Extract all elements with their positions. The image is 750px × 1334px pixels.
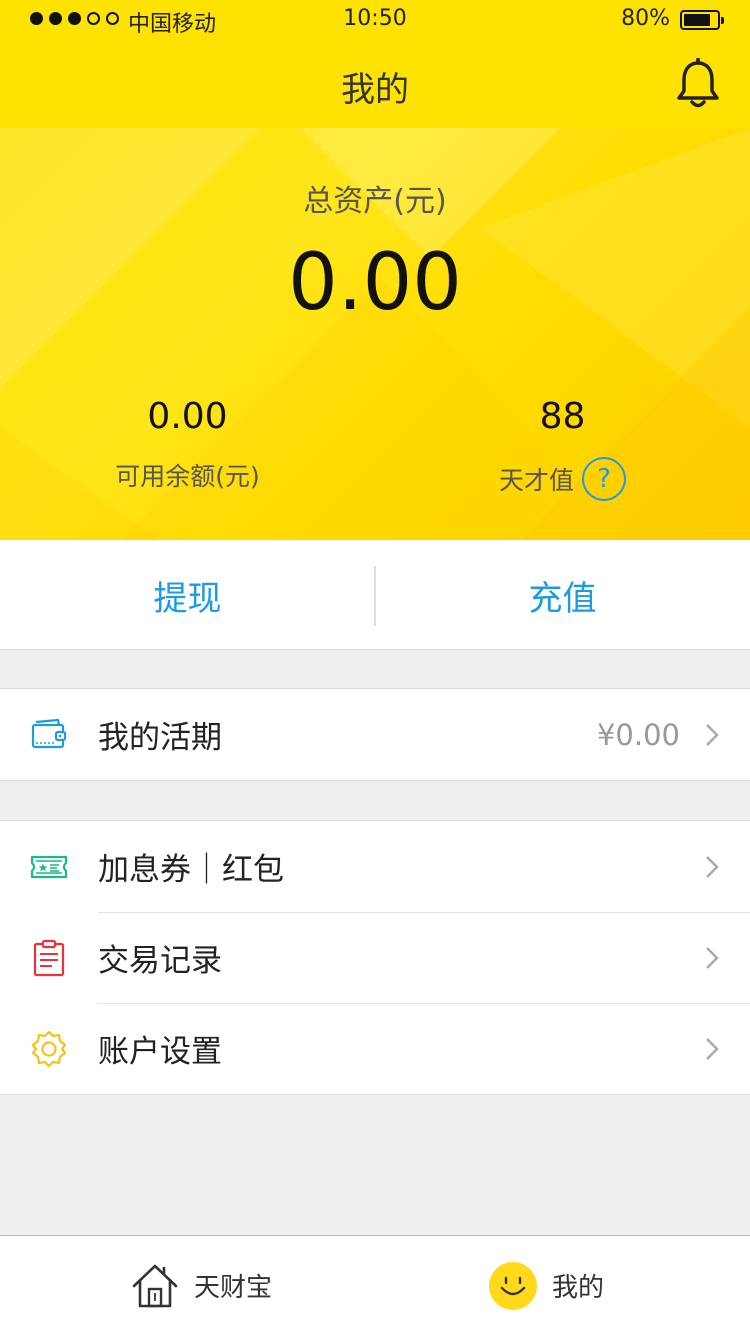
tab-mine-label: 我的: [552, 1273, 605, 1303]
tab-home-label: 天财宝: [194, 1273, 273, 1303]
coupons-row[interactable]: 加息券｜红包: [0, 821, 750, 912]
tab-home[interactable]: 天财宝: [130, 1236, 272, 1334]
tab-bar: 天财宝 我的: [0, 1235, 750, 1334]
assets-summary-panel: 总资产(元) 0.00 0.00 可用余额(元) 88 天才值 ?: [0, 128, 750, 540]
clipboard-icon: [33, 939, 65, 977]
chevron-right-icon: [706, 947, 719, 969]
coupon-icon: [30, 855, 68, 879]
coupons-label: 加息券｜红包: [98, 852, 284, 888]
total-assets-value: 0.00: [288, 238, 462, 328]
available-balance-value: 0.00: [147, 396, 228, 437]
talent-score-value: 88: [539, 396, 586, 437]
account-settings-label: 账户设置: [98, 1034, 222, 1070]
action-bar: 提现 充值: [0, 540, 750, 650]
help-icon[interactable]: ?: [582, 457, 626, 501]
tab-mine[interactable]: 我的: [488, 1236, 604, 1334]
withdraw-button[interactable]: 提现: [0, 540, 375, 650]
account-settings-row[interactable]: 账户设置: [0, 1003, 750, 1094]
gear-icon: [31, 1030, 67, 1068]
smiley-icon: [489, 1261, 537, 1310]
available-balance-label: 可用余额(元): [115, 462, 260, 491]
chevron-right-icon: [706, 724, 719, 746]
battery-icon: [680, 10, 724, 30]
wallet-icon: [31, 718, 67, 749]
page-title: 我的: [341, 70, 409, 110]
status-bar: 中国移动 10:50 80%: [0, 0, 750, 40]
transaction-records-label: 交易记录: [98, 943, 222, 979]
current-account-value: ¥0.00: [596, 717, 680, 752]
bell-icon[interactable]: [674, 58, 722, 110]
recharge-button[interactable]: 充值: [375, 540, 750, 650]
menu-group: 加息券｜红包 交易记录 账户设置: [0, 820, 750, 1095]
available-balance: 0.00 可用余额(元): [0, 396, 375, 493]
talent-score-label: 天才值: [498, 466, 574, 495]
total-assets-label: 总资产(元): [303, 184, 447, 219]
transaction-records-row[interactable]: 交易记录: [0, 912, 750, 1003]
current-account-group: 我的活期 ¥0.00: [0, 688, 750, 781]
current-account-row[interactable]: 我的活期 ¥0.00: [0, 689, 750, 780]
battery-percent: 80%: [621, 6, 670, 31]
chevron-right-icon: [706, 1038, 719, 1060]
talent-score: 88 天才值 ?: [375, 396, 750, 501]
current-account-label: 我的活期: [98, 720, 222, 756]
house-icon: [132, 1264, 178, 1307]
chevron-right-icon: [706, 856, 719, 878]
nav-bar: 我的: [0, 40, 750, 128]
